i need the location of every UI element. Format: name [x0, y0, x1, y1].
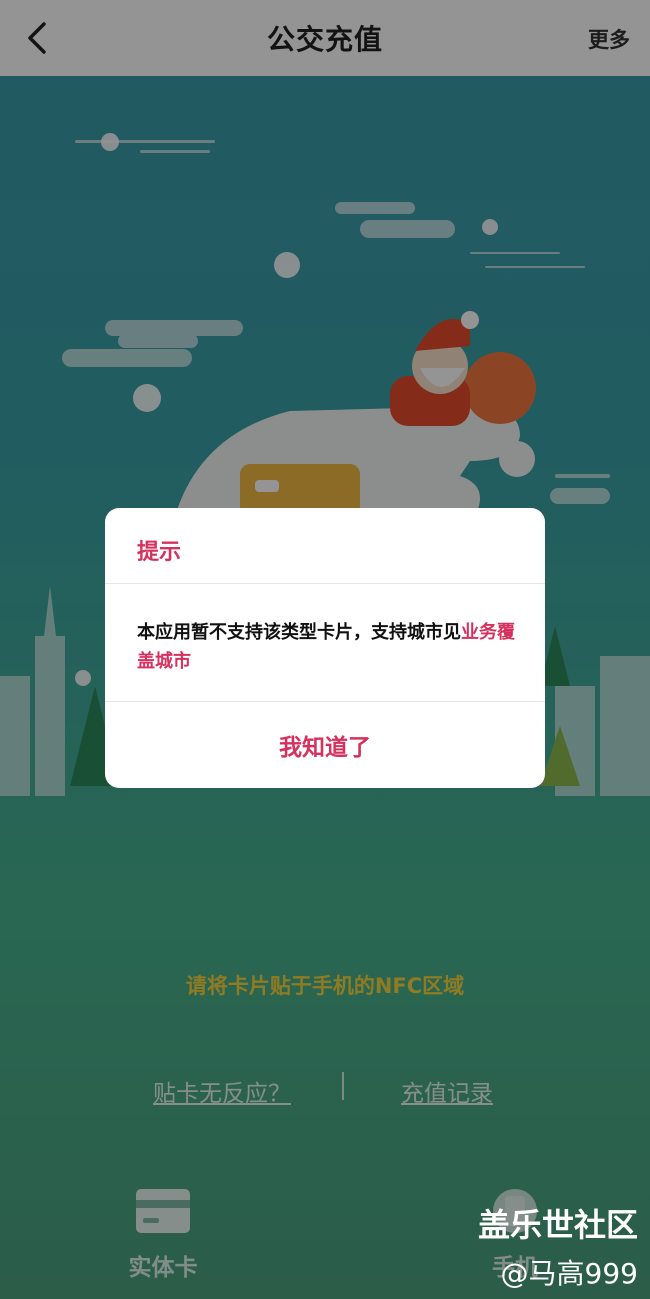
- watermark: 盖乐世社区 @马高999: [478, 1200, 638, 1292]
- watermark-author: @马高999: [500, 1257, 638, 1290]
- dialog-title: 提示: [137, 540, 182, 565]
- got-it-button[interactable]: 我知道了: [105, 702, 545, 788]
- screen: 公交充值 更多 请将卡片贴于手机的NFC区域 贴卡无反应？ 充值记录 实体卡 手…: [0, 0, 650, 1299]
- dialog-message: 本应用暂不支持该类型卡片，支持城市见业务覆盖城市: [137, 618, 517, 676]
- watermark-title: 盖乐世社区: [477, 1206, 638, 1244]
- alert-dialog: 提示 本应用暂不支持该类型卡片，支持城市见业务覆盖城市 我知道了: [105, 508, 545, 788]
- dialog-message-text: 本应用暂不支持该类型卡片，支持城市见: [137, 622, 461, 643]
- dialog-divider: [105, 583, 545, 584]
